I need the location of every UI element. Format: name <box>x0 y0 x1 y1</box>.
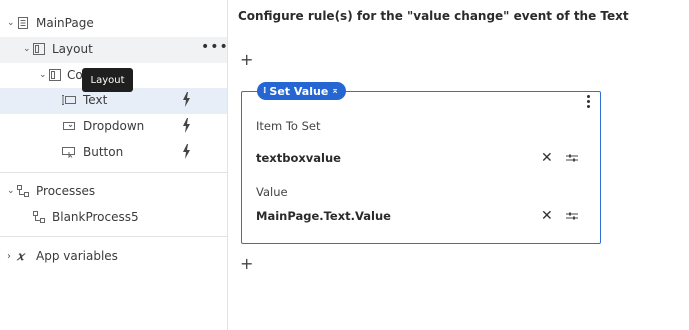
divider <box>0 172 227 173</box>
chevron-down-icon[interactable]: ⌄ <box>7 186 15 196</box>
clear-value-button[interactable]: ✕ <box>541 209 553 223</box>
layout-icon <box>33 43 45 55</box>
collapse-icon[interactable]: ⌅ <box>331 86 339 96</box>
tree-item-label: Text <box>83 93 108 107</box>
tree-item-label: Button <box>83 145 124 159</box>
action-badge[interactable]: ⁞ Set Value ⌅ <box>257 82 346 100</box>
event-bolt-icon[interactable] <box>182 118 191 133</box>
event-bolt-icon[interactable] <box>182 144 191 159</box>
action-badge-label: Set Value <box>269 84 329 98</box>
tree-item-label: Processes <box>36 184 96 198</box>
settings-sliders-icon[interactable] <box>566 153 578 163</box>
chevron-right-icon[interactable]: › <box>7 251 11 262</box>
divider <box>0 236 227 237</box>
tree-item-processes[interactable]: ⌄ Processes <box>0 179 227 205</box>
event-bolt-icon[interactable] <box>182 92 191 107</box>
settings-sliders-icon[interactable] <box>566 211 578 221</box>
dropdown-icon <box>63 122 75 130</box>
tree-item-label: MainPage <box>36 16 94 30</box>
page-title: Configure rule(s) for the "value change"… <box>238 9 629 23</box>
chevron-down-icon[interactable]: ⌄ <box>39 70 47 80</box>
item-to-set-label: Item To Set <box>256 119 321 133</box>
textbox-icon <box>62 95 76 105</box>
tree-item-dropdown[interactable]: Dropdown <box>0 114 227 140</box>
clear-item-button[interactable]: ✕ <box>541 151 553 165</box>
sidebar: ⌄ MainPage ⌄ Layout ••• ⌄ Co Text Dropdo… <box>0 0 228 330</box>
page-icon <box>18 17 28 29</box>
process-icon <box>17 185 29 197</box>
value-expression[interactable]: MainPage.Text.Value <box>256 209 391 223</box>
variable-icon: 𝑥 <box>17 249 24 263</box>
process-icon <box>33 211 45 223</box>
add-rule-above-button[interactable]: + <box>240 52 253 68</box>
tree-item-label: BlankProcess5 <box>52 210 139 224</box>
item-to-set-value[interactable]: textboxvalue <box>256 151 341 165</box>
more-options-icon[interactable]: ••• <box>201 39 229 55</box>
add-rule-below-button[interactable]: + <box>240 256 253 272</box>
value-label: Value <box>256 185 288 199</box>
tree-item-layout[interactable]: ⌄ Layout ••• <box>0 37 229 63</box>
tree-item-mainpage[interactable]: ⌄ MainPage <box>0 11 227 37</box>
tree-item-label: Dropdown <box>83 119 145 133</box>
chevron-down-icon[interactable]: ⌄ <box>7 18 15 28</box>
tooltip: Layout <box>82 68 133 92</box>
tree-item-label: Co <box>67 68 83 82</box>
tree-item-blankprocess5[interactable]: BlankProcess5 <box>0 205 227 231</box>
tree-item-button[interactable]: Button <box>0 140 227 166</box>
tree-item-label: App variables <box>36 249 118 263</box>
button-icon <box>62 147 75 158</box>
more-vertical-icon[interactable] <box>585 94 591 110</box>
container-icon <box>49 69 61 81</box>
tree-item-app-variables[interactable]: › 𝑥 App variables <box>0 244 227 270</box>
tree-item-label: Layout <box>52 42 93 56</box>
chevron-down-icon[interactable]: ⌄ <box>23 44 31 54</box>
drag-handle-icon[interactable]: ⁞ <box>263 86 266 96</box>
